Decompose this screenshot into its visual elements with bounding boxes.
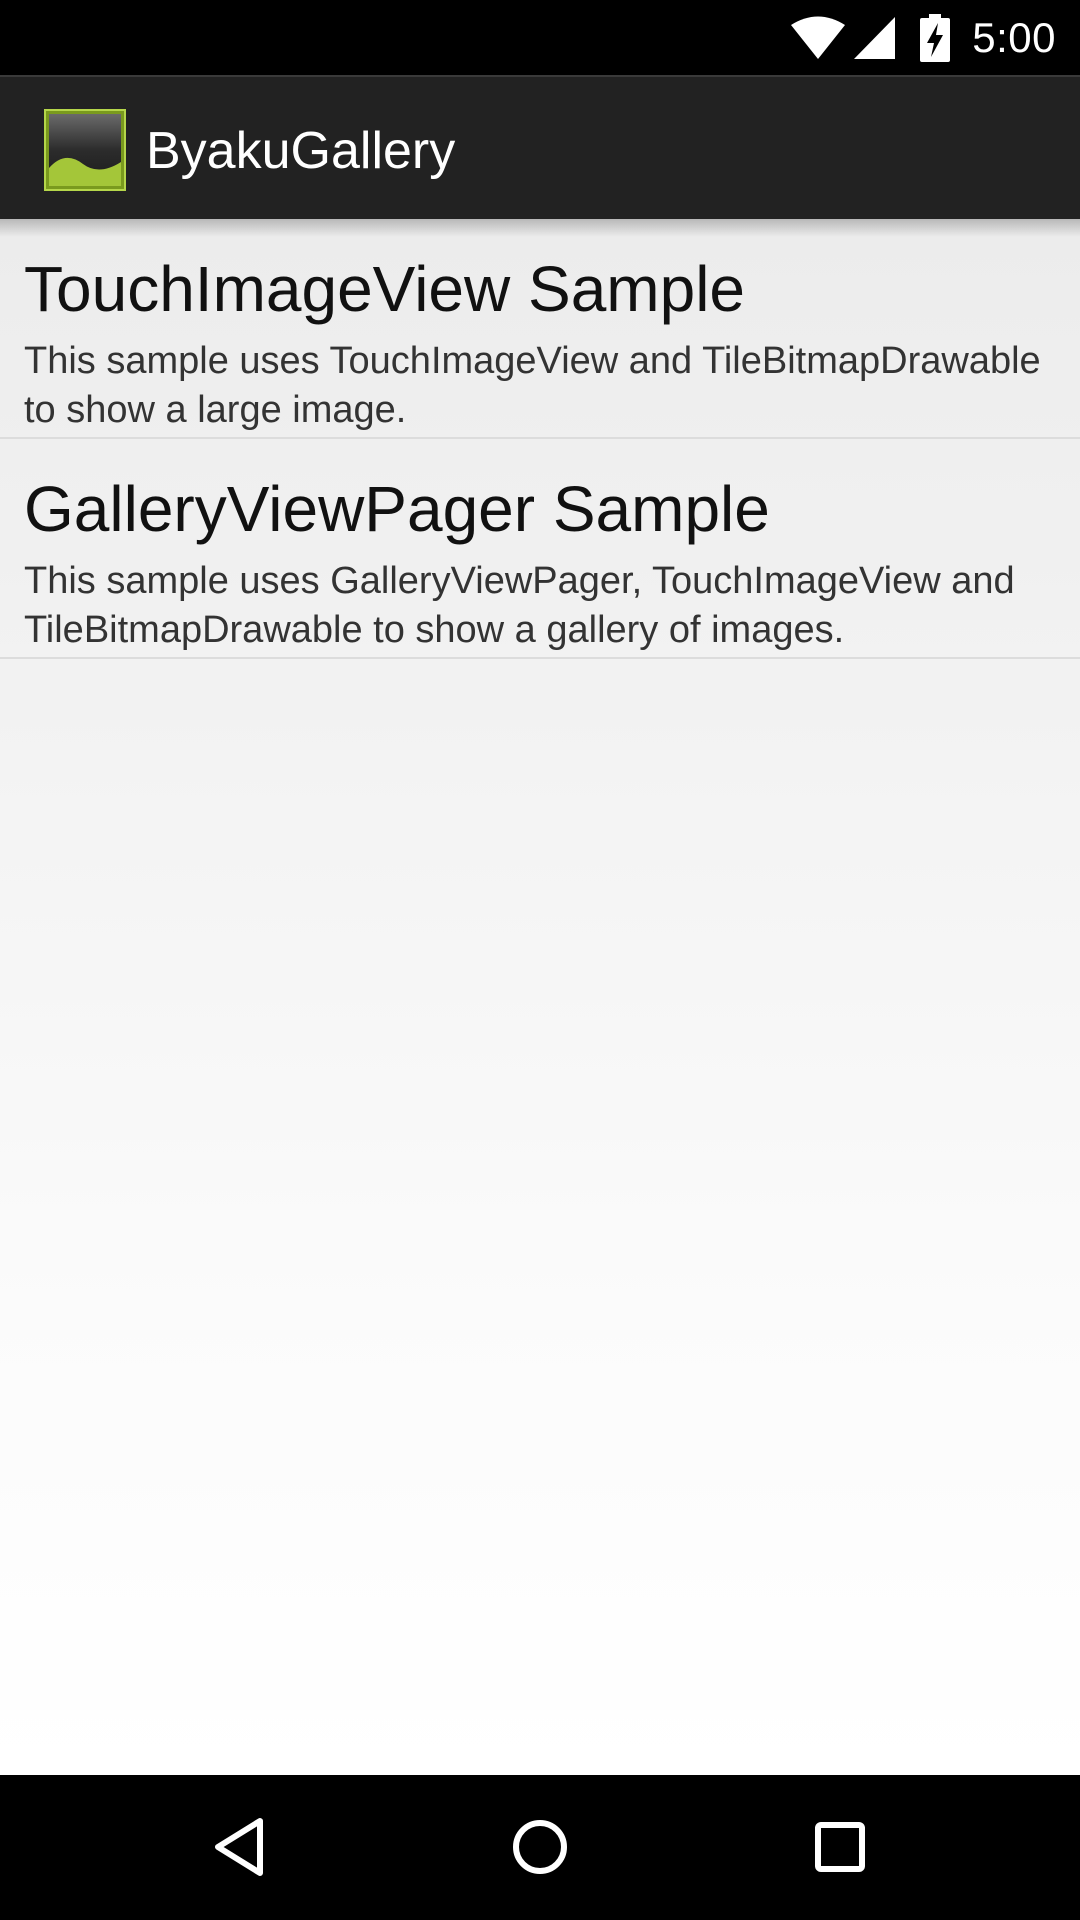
status-icons: 5:00 — [790, 10, 1056, 65]
list-item-description: This sample uses GalleryViewPager, Touch… — [24, 560, 1015, 651]
battery-charging-icon — [920, 13, 951, 62]
sample-list: TouchImageView Sample This sample uses T… — [0, 219, 1080, 1775]
recents-button[interactable] — [780, 1797, 900, 1897]
wifi-icon — [791, 16, 846, 59]
list-item-description: This sample uses TouchImageView and Tile… — [24, 340, 1041, 431]
home-button[interactable] — [480, 1797, 600, 1897]
signal-icon — [854, 16, 896, 59]
gallery-image-icon[interactable] — [43, 108, 127, 192]
list-item-galleryviewpager[interactable]: GalleryViewPager Sample This sample uses… — [0, 439, 1080, 659]
list-item-title: TouchImageView Sample — [24, 253, 745, 325]
back-button[interactable] — [180, 1797, 300, 1897]
screen: 5:00 ByakuGallery TouchImageView Sample … — [0, 0, 1080, 1920]
recents-icon — [815, 1822, 865, 1872]
status-bar: 5:00 — [0, 0, 1080, 75]
app-title: ByakuGallery — [146, 122, 456, 180]
back-icon — [215, 1818, 263, 1876]
list-item-touchimageview[interactable]: TouchImageView Sample This sample uses T… — [0, 219, 1080, 439]
status-time: 5:00 — [972, 13, 1056, 61]
list-item-title: GalleryViewPager Sample — [24, 473, 770, 545]
navigation-bar — [0, 1775, 1080, 1920]
home-icon — [513, 1820, 567, 1874]
action-bar: ByakuGallery — [0, 75, 1080, 219]
